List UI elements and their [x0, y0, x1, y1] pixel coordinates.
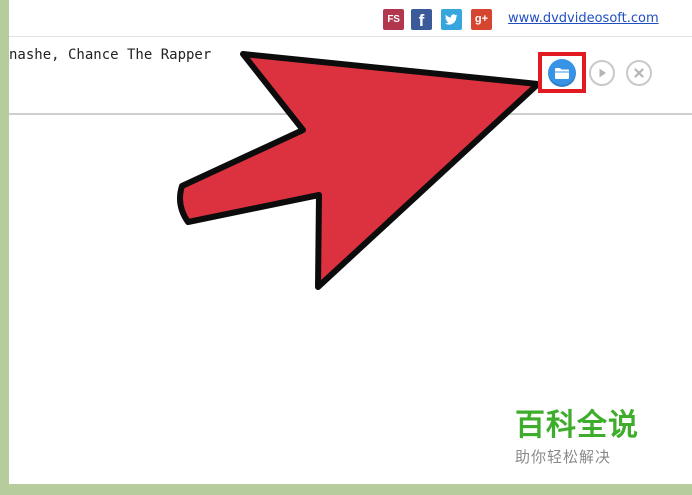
play-icon	[599, 68, 606, 78]
close-icon	[634, 68, 644, 78]
remove-button[interactable]	[626, 60, 652, 86]
open-folder-button[interactable]	[548, 59, 576, 87]
watermark-subtitle: 助你轻松解决	[515, 448, 612, 466]
watermark-title: 百科全说	[515, 408, 639, 443]
watermark: 百科全说 助你轻松解决	[515, 400, 645, 467]
folder-icon	[555, 68, 569, 79]
play-button[interactable]	[589, 60, 615, 86]
